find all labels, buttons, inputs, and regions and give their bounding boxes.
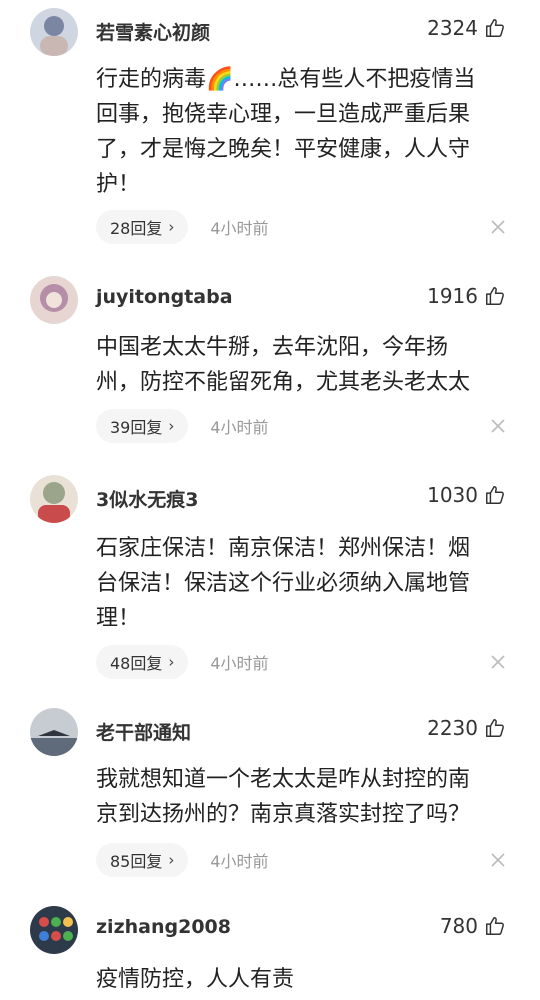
reply-count-label: 39回复 [110, 418, 163, 437]
comment-text-line: 护！ [96, 172, 141, 197]
comment-text-line: 了，才是悔之晚矣！平安健康，人人守 [96, 137, 471, 162]
reply-count-label: 48回复 [110, 654, 163, 673]
comment-text: 行走的病毒🌈……总有些人不把疫情当 回事，抱侥幸心理，一旦造成严重后果 了，才是… [96, 62, 512, 202]
thumbs-up-icon [486, 917, 504, 935]
like-count: 1030 [427, 483, 478, 507]
thumbs-up-icon [486, 287, 504, 305]
like-button[interactable]: 1916 [427, 284, 506, 308]
avatar[interactable] [30, 8, 78, 56]
comment-timestamp: 4小时前 [210, 654, 269, 673]
comment-text-line: 我就想知道一个老太太是咋从封控的南 [96, 767, 471, 792]
chevron-right-icon: › [168, 218, 175, 236]
like-count: 780 [439, 914, 478, 938]
close-icon[interactable] [486, 215, 510, 239]
reply-count-label: 85回复 [110, 852, 163, 871]
comment-meta: 39回复 › 4小时前 [96, 409, 269, 443]
avatar[interactable] [30, 906, 78, 954]
comment-username[interactable]: 3似水无痕3 [96, 485, 198, 512]
like-count: 2324 [427, 16, 478, 40]
comment-text-line: 台保洁！保洁这个行业必须纳入属地管 [96, 571, 471, 596]
thumbs-up-icon [486, 719, 504, 737]
chevron-right-icon: › [168, 851, 175, 869]
reply-count-button[interactable]: 85回复 › [96, 843, 189, 877]
like-button[interactable]: 2324 [427, 16, 506, 40]
like-button[interactable]: 2230 [427, 716, 506, 740]
comment-text-line: 理！ [96, 606, 141, 631]
comment-text-line: 州，防控不能留死角，尤其老头老太太 [96, 370, 471, 395]
comment-text-line: 疫情防控，人人有责 [96, 967, 295, 992]
like-count: 1916 [427, 284, 478, 308]
comment-text: 我就想知道一个老太太是咋从封控的南 京到达扬州的？南京真落实封控了吗？ [96, 762, 512, 832]
comment-text-line: 京到达扬州的？南京真落实封控了吗？ [96, 802, 471, 827]
comment-text: 疫情防控，人人有责 [96, 962, 512, 997]
thumbs-up-icon [486, 19, 504, 37]
comment-meta: 85回复 › 4小时前 [96, 843, 269, 877]
comment-text-line: 石家庄保洁！南京保洁！郑州保洁！烟 [96, 536, 471, 561]
like-button[interactable]: 1030 [427, 483, 506, 507]
thumbs-up-icon [486, 486, 504, 504]
comment-text-line: 行走的病毒🌈……总有些人不把疫情当 [96, 67, 476, 92]
avatar[interactable] [30, 708, 78, 756]
comment-username[interactable]: 老干部通知 [96, 718, 191, 745]
comment-text: 石家庄保洁！南京保洁！郑州保洁！烟 台保洁！保洁这个行业必须纳入属地管 理！ [96, 531, 512, 636]
close-icon[interactable] [486, 414, 510, 438]
avatar[interactable] [30, 276, 78, 324]
comment-timestamp: 4小时前 [210, 219, 269, 238]
avatar[interactable] [30, 475, 78, 523]
reply-count-button[interactable]: 39回复 › [96, 409, 189, 443]
comment-text-line: 回事，抱侥幸心理，一旦造成严重后果 [96, 102, 471, 127]
like-count: 2230 [427, 716, 478, 740]
comment-timestamp: 4小时前 [210, 418, 269, 437]
close-icon[interactable] [486, 650, 510, 674]
chevron-right-icon: › [168, 417, 175, 435]
comment-username[interactable]: juyitongtaba [96, 286, 233, 308]
comment-meta: 28回复 › 4小时前 [96, 210, 269, 244]
comment-text: 中国老太太牛掰，去年沈阳，今年扬 州，防控不能留死角，尤其老头老太太 [96, 330, 512, 400]
reply-count-button[interactable]: 28回复 › [96, 210, 189, 244]
comment-timestamp: 4小时前 [210, 852, 269, 871]
chevron-right-icon: › [168, 653, 175, 671]
like-button[interactable]: 780 [440, 914, 506, 938]
comment-username[interactable]: zizhang2008 [96, 916, 231, 938]
close-icon[interactable] [486, 848, 510, 872]
comment-feed: 若雪素心初颜 2324 行走的病毒🌈……总有些人不把疫情当 回事，抱侥幸心理，一… [0, 0, 540, 1000]
comment-meta: 48回复 › 4小时前 [96, 645, 269, 679]
comment-text-line: 中国老太太牛掰，去年沈阳，今年扬 [96, 335, 449, 360]
reply-count-label: 28回复 [110, 219, 163, 238]
reply-count-button[interactable]: 48回复 › [96, 645, 189, 679]
comment-username[interactable]: 若雪素心初颜 [96, 18, 210, 45]
